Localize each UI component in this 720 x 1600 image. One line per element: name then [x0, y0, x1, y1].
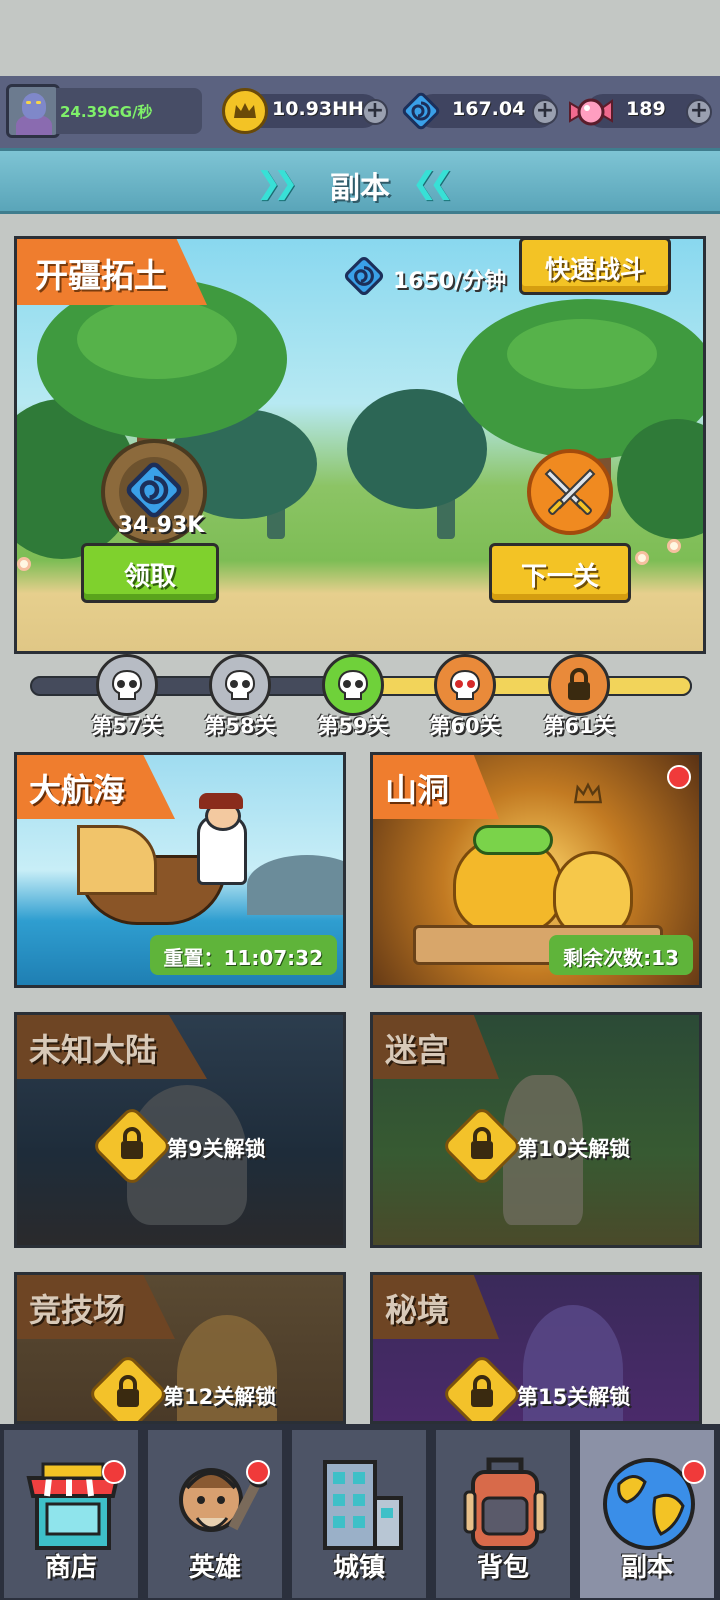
card-title-tag: 未知大陆: [17, 1015, 208, 1079]
notification-dot: [102, 1460, 126, 1484]
crown-value: 10.93HH: [272, 98, 364, 120]
nav-label: 英雄: [188, 1553, 241, 1583]
skull-icon: [209, 654, 271, 716]
voyage-title: 大航海: [29, 771, 126, 809]
maze-title: 迷宫: [385, 1031, 450, 1069]
status-bar-area: [0, 0, 720, 76]
lock-icon: [471, 1375, 493, 1407]
candy-icon: [568, 88, 614, 134]
arena-title: 竞技场: [29, 1291, 126, 1329]
card-title-tag: 竞技场: [17, 1275, 176, 1339]
notification-dot: [246, 1460, 270, 1484]
unlock-requirement: 第10关解锁: [517, 1137, 631, 1161]
town-icon: [323, 1460, 403, 1550]
reset-timer: 重置：11:07:32: [149, 935, 337, 975]
nav-dungeon[interactable]: 副本: [578, 1428, 716, 1600]
resource-bar: 24.39GG/秒 10.93HH + 167.04 + 189 +: [0, 76, 720, 148]
crown-icon: [573, 781, 603, 811]
secret-realm-card[interactable]: 秘境 第15关解锁: [370, 1272, 702, 1424]
lock-icon: [471, 1127, 493, 1159]
nav-shop[interactable]: 商店: [2, 1428, 140, 1600]
bottom-nav: 商店 英雄 城镇 背包 副本: [0, 1424, 720, 1600]
cave-title: 山洞: [385, 771, 450, 809]
arena-card[interactable]: 竞技场 第12关解锁: [14, 1272, 346, 1424]
candy-resource: 189 +: [566, 88, 716, 134]
stage-label: 第57关: [91, 714, 163, 738]
remaining-count: 剩余次数:13: [549, 935, 693, 975]
unknown-land-card[interactable]: 未知大陆 第9关解锁: [14, 1012, 346, 1248]
main-dungeon-panel: 开疆拓土 1650/分钟 快速战斗 34.93K 领取 下一关: [14, 236, 706, 654]
candy-value: 189: [626, 98, 666, 120]
gem-resource: 167.04 +: [396, 88, 564, 134]
dungeon-name-tag: 开疆拓土: [17, 239, 207, 305]
collect-amount: 34.93K: [117, 513, 205, 538]
candy-plus-button[interactable]: +: [686, 99, 712, 125]
income-rate: 24.39GG/秒: [60, 103, 153, 121]
player-avatar[interactable]: [6, 84, 60, 138]
gem-value: 167.04: [452, 98, 526, 120]
skull-icon: [96, 654, 158, 716]
crown-resource: 10.93HH +: [220, 88, 390, 134]
card-title-tag: 秘境: [373, 1275, 500, 1339]
maze-card[interactable]: 迷宫 第10关解锁: [370, 1012, 702, 1248]
notification-dot: [682, 1460, 706, 1484]
lock-icon: [121, 1127, 143, 1159]
page-title-bar: ❯❯ 副本 ❮❮: [0, 148, 720, 214]
backpack-icon: [463, 1457, 547, 1550]
cave-card[interactable]: 山洞 剩余次数:13: [370, 752, 702, 988]
gem-icon: [344, 256, 384, 296]
gem-plus-button[interactable]: +: [532, 99, 558, 125]
unlock-requirement: 第12关解锁: [163, 1385, 277, 1409]
crown-icon: [222, 88, 268, 134]
skull-icon: [322, 654, 384, 716]
unlock-requirement: 第9关解锁: [167, 1137, 266, 1161]
card-title-tag: 山洞: [373, 755, 500, 819]
stage-label: 第58关: [204, 714, 276, 738]
quick-battle-button[interactable]: 快速战斗: [519, 239, 671, 295]
notification-dot: [667, 765, 691, 789]
stage-track-fill: [340, 676, 692, 696]
unlock-requirement: 第15关解锁: [517, 1385, 631, 1409]
stage-label: 第61关: [543, 714, 615, 738]
page-title: 副本: [330, 171, 390, 206]
collect-button[interactable]: 领取: [81, 543, 219, 603]
nav-label: 城镇: [332, 1553, 385, 1583]
nav-hero[interactable]: 英雄: [146, 1428, 284, 1600]
chevron-left-icon: ❮❮: [412, 166, 454, 201]
secret-realm-title: 秘境: [385, 1291, 450, 1329]
stage-label: 第59关: [317, 714, 389, 738]
nav-backpack[interactable]: 背包: [434, 1428, 572, 1600]
unknown-land-title: 未知大陆: [29, 1031, 158, 1069]
lock-icon: [117, 1375, 139, 1407]
nav-town[interactable]: 城镇: [290, 1428, 428, 1600]
nav-label: 背包: [476, 1553, 529, 1583]
next-stage-button[interactable]: 下一关: [489, 543, 631, 603]
card-title-tag: 迷宫: [373, 1015, 500, 1079]
card-title-tag: 大航海: [17, 755, 176, 819]
crossed-swords-icon[interactable]: [527, 449, 613, 535]
dungeon-name: 开疆拓土: [35, 256, 167, 295]
boss-skull-icon: [434, 654, 496, 716]
dungeon-rate-value: 1650/分钟: [393, 269, 507, 294]
stage-label: 第60关: [429, 714, 501, 738]
crown-plus-button[interactable]: +: [362, 99, 388, 125]
nav-label: 商店: [44, 1553, 97, 1583]
nav-label: 副本: [620, 1553, 673, 1583]
stage-progress: 第57关 第58关 第59关 第60关 第61关: [14, 654, 706, 738]
voyage-card[interactable]: 大航海 重置：11:07:32: [14, 752, 346, 988]
lock-icon: [548, 654, 610, 716]
income-rate-box: 24.39GG/秒: [56, 88, 202, 134]
gem-icon: [398, 88, 444, 134]
